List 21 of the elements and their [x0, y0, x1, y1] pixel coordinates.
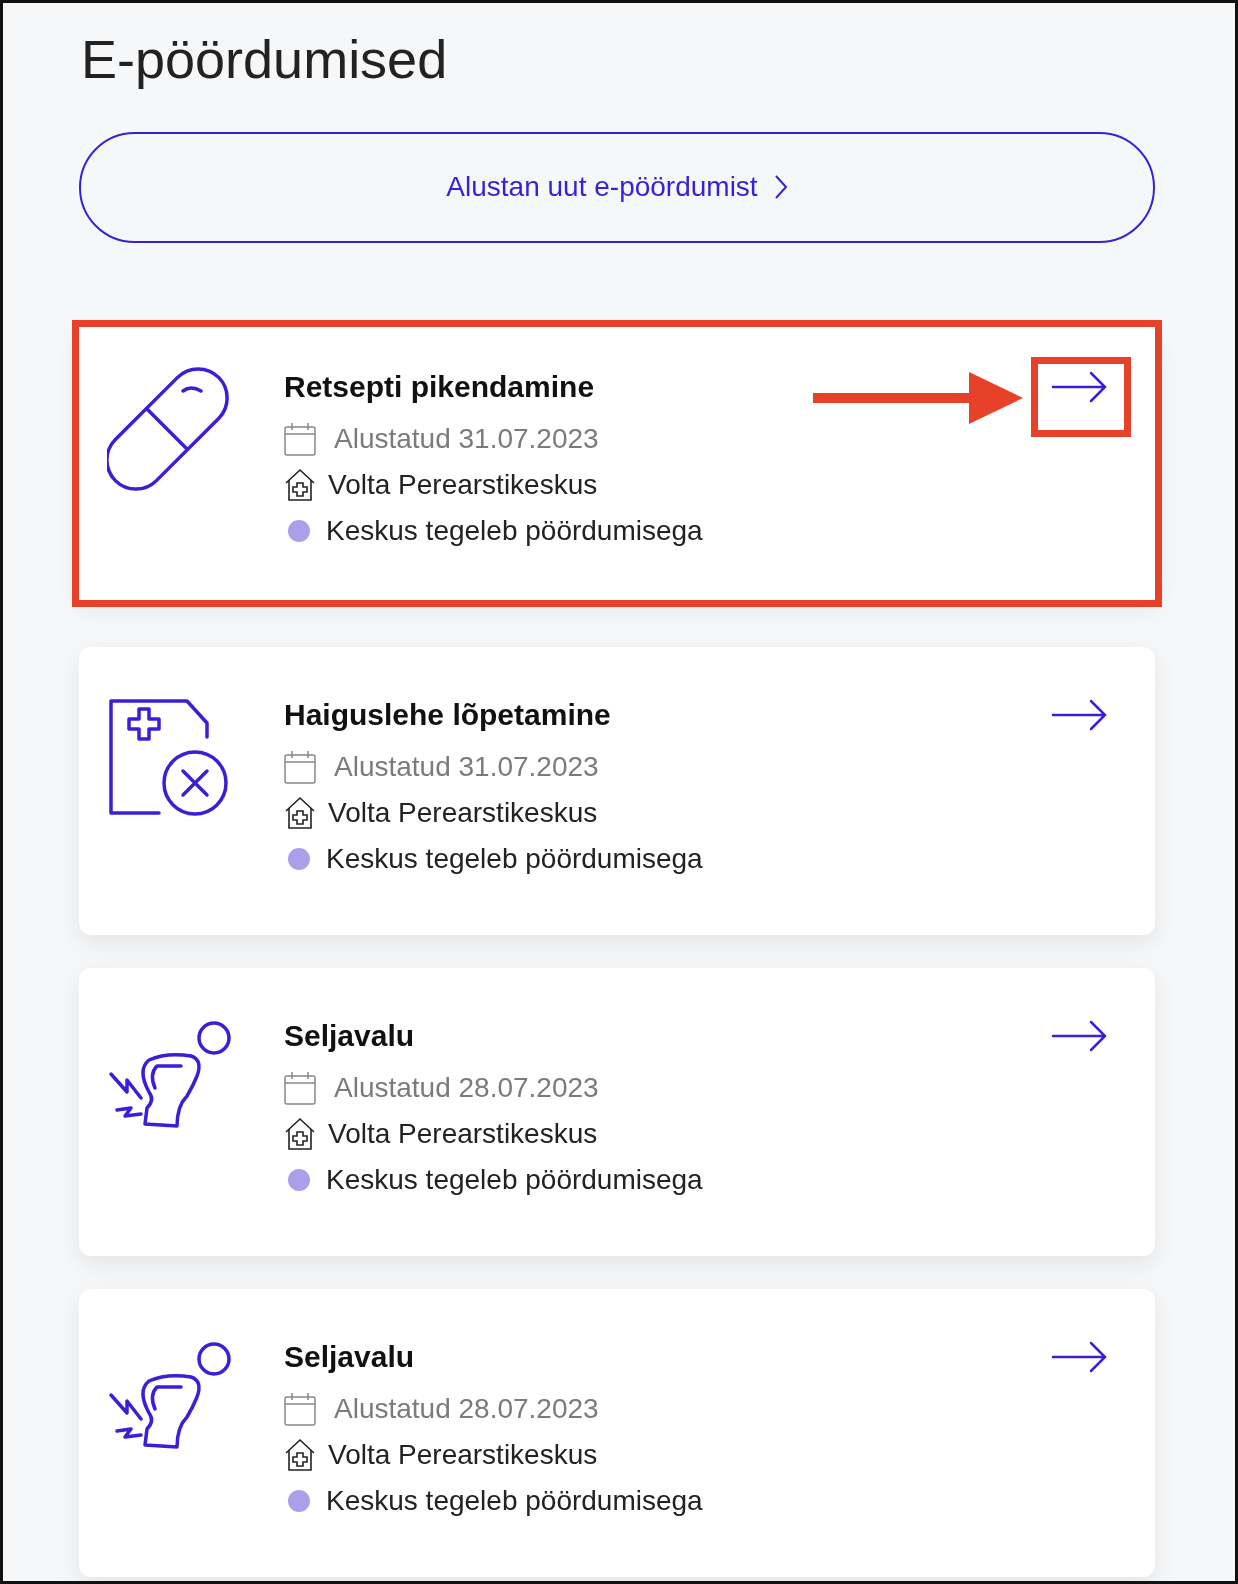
clinic-name: Volta Perearstikeskus	[328, 1437, 598, 1472]
request-title: Seljavalu	[284, 1017, 416, 1054]
start-date: Alustatud 31.07.2023	[334, 421, 599, 456]
status-text: Keskus tegeleb pöördumisega	[326, 1483, 703, 1518]
request-card[interactable]: Haiguslehe lõpetamine Alustatud 31.07.2023 Volta Perearstikeskus Keskus tegeleb pöördumisega	[79, 646, 1155, 935]
status-text: Keskus tegeleb pöördumisega	[326, 841, 703, 876]
status-text: Keskus tegeleb pöördumisega	[326, 513, 703, 548]
request-title: Retsepti pikendamine	[284, 368, 596, 405]
request-card[interactable]: Seljavalu Alustatud 28.07.2023 Volta Perearstikeskus Keskus tegeleb pöördumisega	[79, 967, 1155, 1256]
clinic-name: Volta Perearstikeskus	[328, 1116, 598, 1151]
request-card[interactable]: Seljavalu Alustatud 28.07.2023 Volta Perearstikeskus Keskus tegeleb pöördumisega	[79, 1288, 1155, 1577]
clinic-name: Volta Perearstikeskus	[328, 467, 598, 502]
request-title: Haiguslehe lõpetamine	[284, 696, 612, 733]
start-date: Alustatud 28.07.2023	[334, 1070, 599, 1105]
request-title: Seljavalu	[284, 1338, 416, 1375]
page-title: E-pöördumised	[81, 28, 449, 91]
new-request-button[interactable]: Alustan uut e-pöördumist	[79, 131, 1155, 243]
start-date: Alustatud 28.07.2023	[334, 1391, 599, 1426]
start-date: Alustatud 31.07.2023	[334, 749, 599, 784]
status-text: Keskus tegeleb pöördumisega	[326, 1162, 703, 1197]
clinic-name: Volta Perearstikeskus	[328, 795, 598, 830]
